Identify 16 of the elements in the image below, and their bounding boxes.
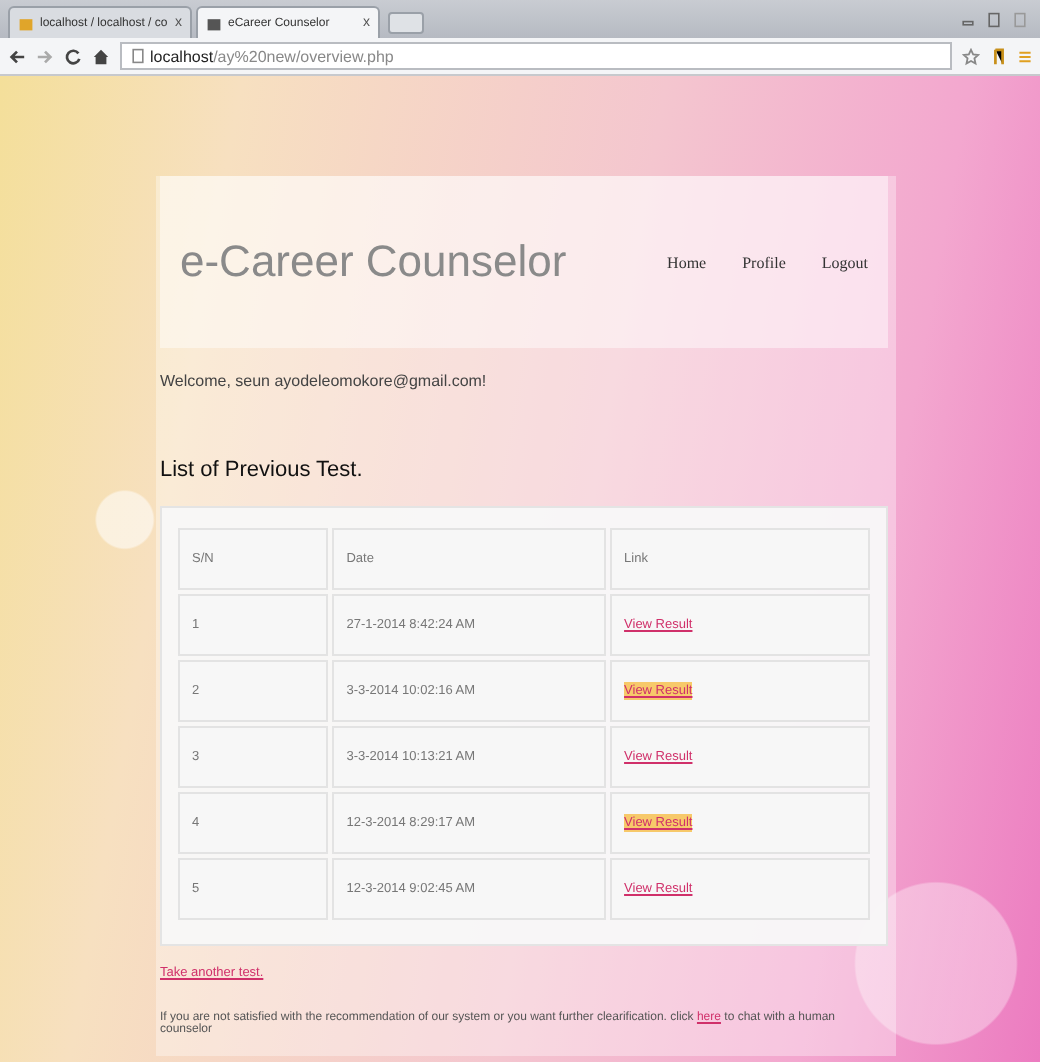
forward-icon[interactable]	[36, 47, 54, 65]
nav-link[interactable]: Profile	[742, 253, 786, 271]
nav-link[interactable]: Home	[667, 253, 707, 271]
star-icon[interactable]	[962, 47, 980, 65]
new-tab-button[interactable]	[388, 12, 424, 34]
maximize-icon[interactable]	[986, 11, 1002, 27]
menu-icon[interactable]	[1018, 49, 1032, 63]
welcome-text: Welcome, seun ayodeleomokore@gmail.com!	[160, 372, 489, 390]
home-icon[interactable]	[92, 47, 110, 65]
section-heading: List of Previous Test.	[160, 458, 365, 482]
back-icon[interactable]	[8, 47, 26, 65]
site-title: e-Career Counselor	[180, 236, 567, 288]
nav-link[interactable]: Logout	[821, 253, 868, 271]
reload-icon[interactable]	[64, 47, 82, 65]
bookmark-icon[interactable]	[990, 47, 1008, 65]
address-bar[interactable]: localhost/ay%20new/overview.php	[120, 42, 952, 70]
